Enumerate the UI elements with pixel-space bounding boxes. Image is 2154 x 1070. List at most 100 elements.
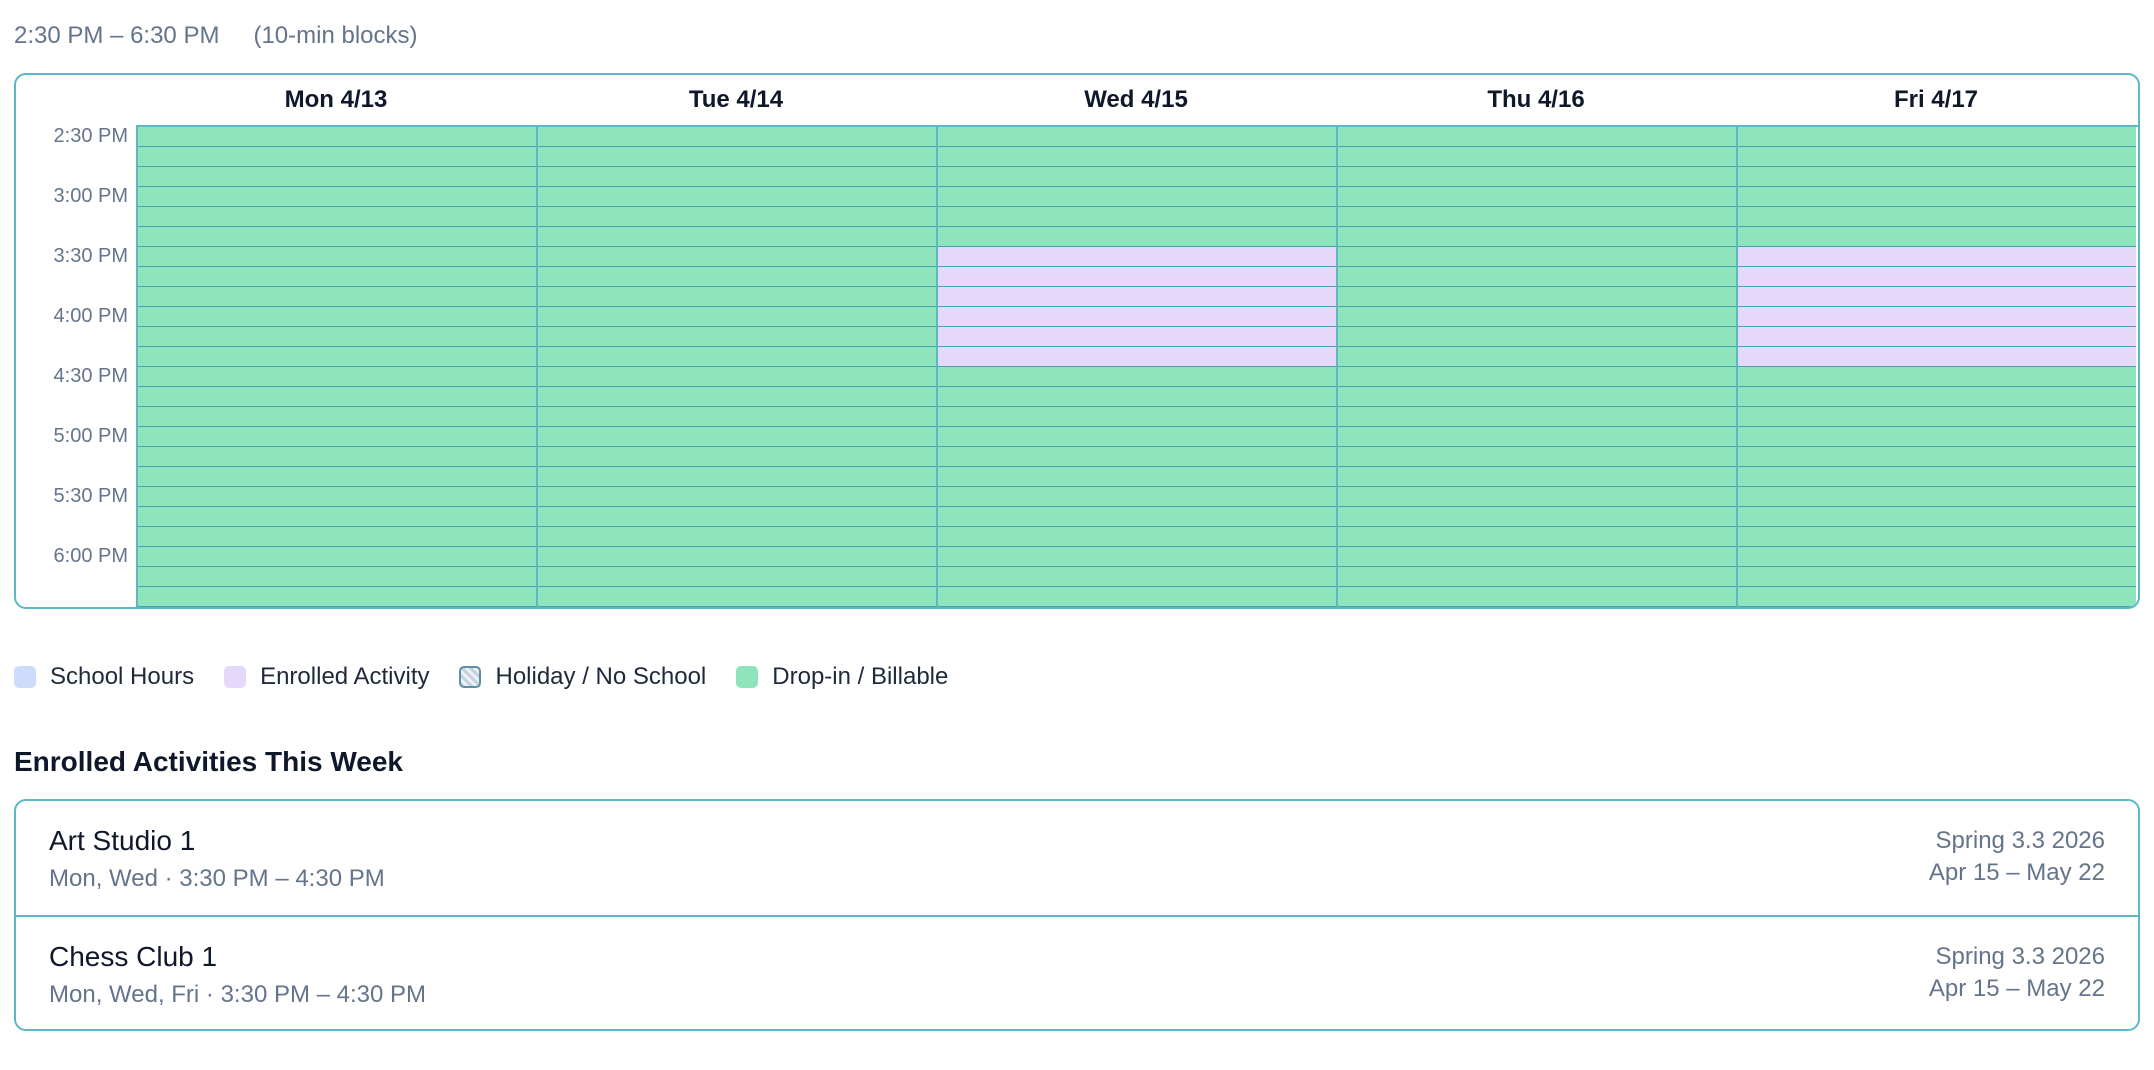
activity-card[interactable]: Art Studio 1 Mon, Wed · 3:30 PM – 4:30 P…	[16, 801, 2138, 915]
time-block-dropin[interactable]	[1738, 407, 2136, 427]
time-block-dropin[interactable]	[138, 547, 536, 567]
time-block-dropin[interactable]	[1338, 407, 1736, 427]
time-block-dropin[interactable]	[1738, 467, 2136, 487]
time-block-dropin[interactable]	[938, 547, 1336, 567]
time-block-enrolled[interactable]	[938, 267, 1336, 287]
time-block-dropin[interactable]	[1338, 227, 1736, 247]
time-block-dropin[interactable]	[138, 567, 536, 587]
time-block-dropin[interactable]	[1338, 587, 1736, 607]
time-block-dropin[interactable]	[538, 387, 936, 407]
time-block-enrolled[interactable]	[1738, 247, 2136, 267]
time-block-dropin[interactable]	[1338, 467, 1736, 487]
time-block-dropin[interactable]	[538, 587, 936, 607]
time-block-dropin[interactable]	[1338, 527, 1736, 547]
time-block-dropin[interactable]	[1738, 427, 2136, 447]
time-block-enrolled[interactable]	[938, 287, 1336, 307]
time-block-dropin[interactable]	[538, 407, 936, 427]
time-block-dropin[interactable]	[1338, 307, 1736, 327]
time-block-dropin[interactable]	[1738, 147, 2136, 167]
time-block-dropin[interactable]	[538, 347, 936, 367]
time-block-dropin[interactable]	[938, 427, 1336, 447]
time-block-dropin[interactable]	[538, 207, 936, 227]
time-block-dropin[interactable]	[1738, 507, 2136, 527]
time-block-dropin[interactable]	[138, 247, 536, 267]
time-block-dropin[interactable]	[1738, 167, 2136, 187]
time-block-dropin[interactable]	[538, 287, 936, 307]
time-block-enrolled[interactable]	[938, 327, 1336, 347]
time-block-dropin[interactable]	[138, 127, 536, 147]
time-block-dropin[interactable]	[1738, 487, 2136, 507]
time-block-dropin[interactable]	[1338, 367, 1736, 387]
time-block-dropin[interactable]	[1738, 187, 2136, 207]
time-block-enrolled[interactable]	[1738, 327, 2136, 347]
time-block-dropin[interactable]	[1738, 367, 2136, 387]
time-block-dropin[interactable]	[138, 167, 536, 187]
time-block-dropin[interactable]	[1338, 127, 1736, 147]
time-block-dropin[interactable]	[1738, 547, 2136, 567]
time-block-dropin[interactable]	[1738, 567, 2136, 587]
time-block-dropin[interactable]	[138, 147, 536, 167]
time-block-dropin[interactable]	[938, 487, 1336, 507]
time-block-dropin[interactable]	[138, 347, 536, 367]
time-block-dropin[interactable]	[1338, 147, 1736, 167]
time-block-dropin[interactable]	[138, 287, 536, 307]
time-block-dropin[interactable]	[138, 447, 536, 467]
time-block-dropin[interactable]	[538, 547, 936, 567]
time-block-enrolled[interactable]	[1738, 287, 2136, 307]
time-block-dropin[interactable]	[538, 167, 936, 187]
time-block-dropin[interactable]	[138, 367, 536, 387]
time-block-dropin[interactable]	[538, 147, 936, 167]
time-block-dropin[interactable]	[538, 507, 936, 527]
time-block-enrolled[interactable]	[938, 307, 1336, 327]
time-block-enrolled[interactable]	[1738, 307, 2136, 327]
time-block-dropin[interactable]	[938, 167, 1336, 187]
time-block-dropin[interactable]	[1338, 167, 1736, 187]
time-block-dropin[interactable]	[1338, 547, 1736, 567]
time-block-dropin[interactable]	[138, 587, 536, 607]
time-block-dropin[interactable]	[1338, 207, 1736, 227]
time-block-dropin[interactable]	[1738, 527, 2136, 547]
time-block-dropin[interactable]	[938, 127, 1336, 147]
time-block-enrolled[interactable]	[1738, 267, 2136, 287]
time-block-dropin[interactable]	[938, 207, 1336, 227]
time-block-dropin[interactable]	[538, 447, 936, 467]
time-block-dropin[interactable]	[1738, 227, 2136, 247]
time-block-dropin[interactable]	[1338, 507, 1736, 527]
time-block-dropin[interactable]	[138, 507, 536, 527]
time-block-dropin[interactable]	[138, 487, 536, 507]
time-block-dropin[interactable]	[1338, 187, 1736, 207]
time-block-dropin[interactable]	[938, 227, 1336, 247]
time-block-dropin[interactable]	[938, 507, 1336, 527]
time-block-dropin[interactable]	[1338, 427, 1736, 447]
time-block-dropin[interactable]	[938, 447, 1336, 467]
time-block-dropin[interactable]	[538, 367, 936, 387]
time-block-enrolled[interactable]	[938, 247, 1336, 267]
time-block-dropin[interactable]	[1338, 347, 1736, 367]
time-block-dropin[interactable]	[1338, 327, 1736, 347]
time-block-dropin[interactable]	[138, 307, 536, 327]
time-block-dropin[interactable]	[538, 227, 936, 247]
time-block-dropin[interactable]	[138, 467, 536, 487]
time-block-dropin[interactable]	[1338, 567, 1736, 587]
time-block-dropin[interactable]	[1738, 387, 2136, 407]
time-block-dropin[interactable]	[938, 147, 1336, 167]
time-block-dropin[interactable]	[938, 587, 1336, 607]
time-block-dropin[interactable]	[538, 267, 936, 287]
time-block-dropin[interactable]	[538, 427, 936, 447]
time-block-dropin[interactable]	[138, 187, 536, 207]
time-block-dropin[interactable]	[938, 467, 1336, 487]
time-block-dropin[interactable]	[138, 407, 536, 427]
time-block-dropin[interactable]	[138, 207, 536, 227]
time-block-dropin[interactable]	[1338, 387, 1736, 407]
time-block-dropin[interactable]	[538, 327, 936, 347]
time-block-dropin[interactable]	[1338, 447, 1736, 467]
time-block-dropin[interactable]	[1338, 247, 1736, 267]
time-block-dropin[interactable]	[938, 187, 1336, 207]
time-block-dropin[interactable]	[538, 247, 936, 267]
time-block-dropin[interactable]	[1738, 127, 2136, 147]
time-block-dropin[interactable]	[1738, 587, 2136, 607]
time-block-dropin[interactable]	[138, 227, 536, 247]
time-block-dropin[interactable]	[938, 527, 1336, 547]
time-block-dropin[interactable]	[538, 567, 936, 587]
time-block-dropin[interactable]	[538, 187, 936, 207]
